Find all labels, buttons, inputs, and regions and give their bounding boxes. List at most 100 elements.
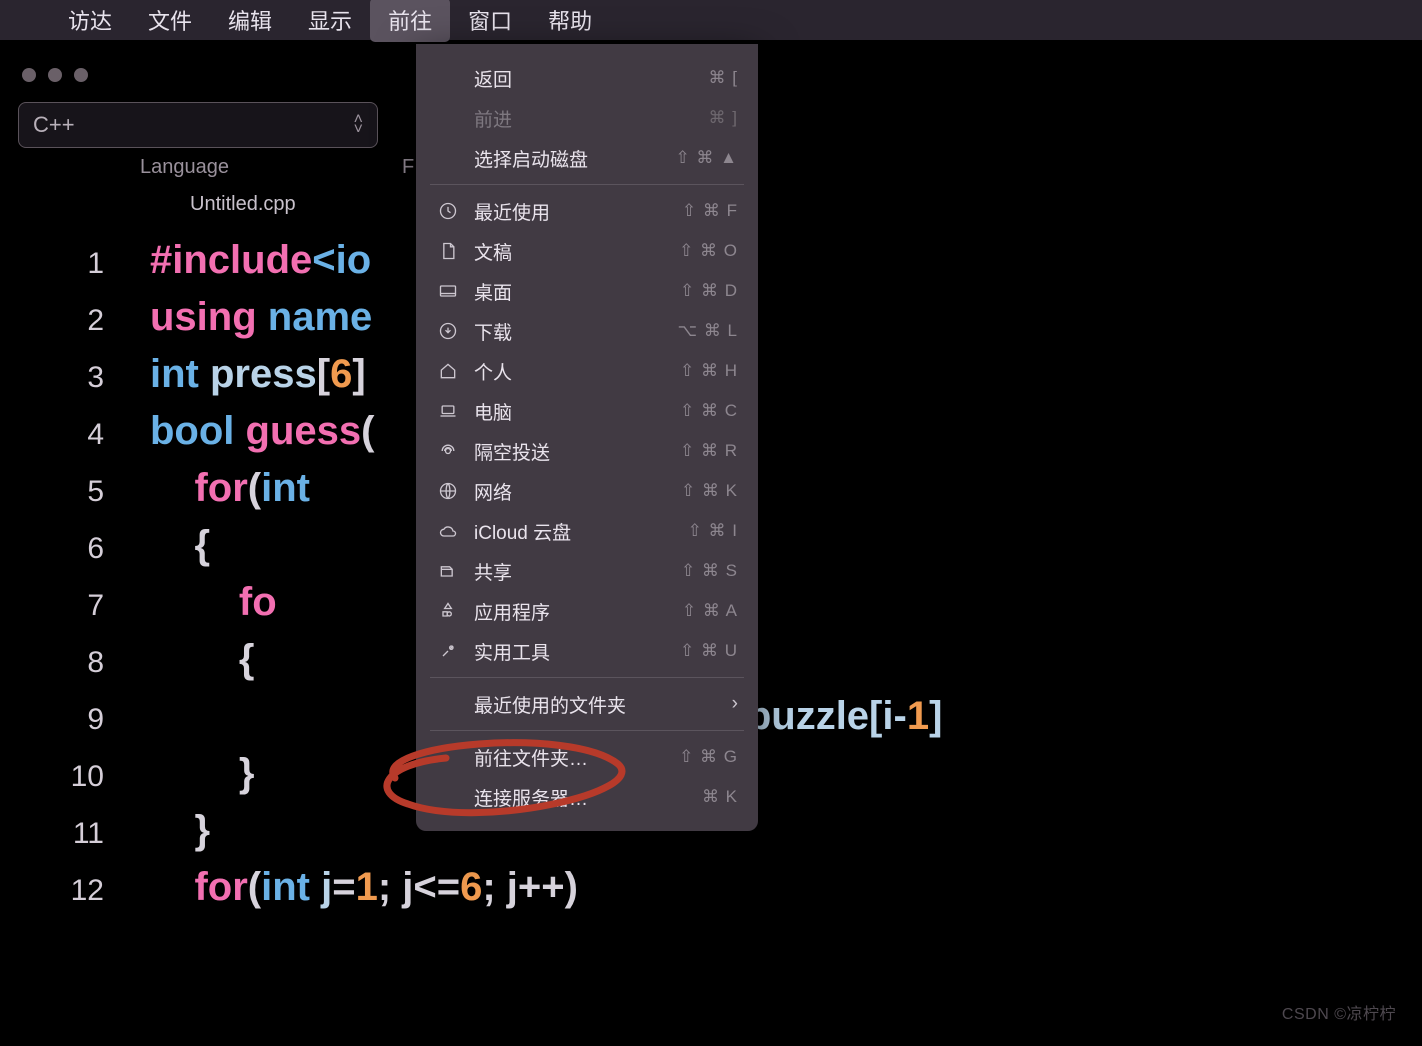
airdrop-icon (436, 439, 460, 463)
menu-item-label: 文稿 (474, 238, 512, 265)
globe-icon (436, 479, 460, 503)
menu-item-12[interactable]: iCloud 云盘 ⇧ ⌘ I (416, 511, 758, 551)
menu-item-0[interactable]: 返回 ⌘ [ (416, 58, 758, 98)
language-select[interactable]: C++ ˄˅ (18, 102, 378, 148)
menu-shortcut: ⇧ ⌘ G (679, 747, 738, 767)
menu-0[interactable]: 访达 (50, 0, 130, 42)
menu-item-label: 最近使用的文件夹 (474, 691, 626, 718)
blank-icon (436, 785, 460, 809)
window-controls (22, 68, 88, 82)
menu-shortcut: ⇧ ⌘ I (688, 521, 738, 541)
blank-icon (436, 745, 460, 769)
clock-icon (436, 199, 460, 223)
menu-shortcut: ⇧ ⌘ ▲ (675, 148, 738, 168)
line-number: 7 (44, 577, 104, 634)
doc-icon (436, 239, 460, 263)
menu-item-1: 前进 ⌘ ] (416, 98, 758, 138)
menu-item-13[interactable]: 共享 ⇧ ⌘ S (416, 551, 758, 591)
menu-shortcut: ⇧ ⌘ D (680, 281, 738, 301)
download-icon (436, 319, 460, 343)
menu-item-14[interactable]: 应用程序 ⇧ ⌘ A (416, 591, 758, 631)
line-number: 5 (44, 463, 104, 520)
menu-shortcut: ⇧ ⌘ F (682, 201, 738, 221)
menu-shortcut: ⌘ [ (709, 68, 738, 88)
cloud-icon (436, 519, 460, 543)
menu-4[interactable]: 前往 (370, 0, 450, 42)
menu-item-label: 桌面 (474, 278, 512, 305)
menu-item-label: 连接服务器… (474, 784, 588, 811)
chevron-right-icon: › (732, 693, 738, 715)
blank-icon (436, 692, 460, 716)
language-label: Language (140, 156, 229, 179)
line-number: 9 (44, 691, 104, 748)
menu-1[interactable]: 文件 (130, 0, 210, 42)
menu-item-label: 前进 (474, 105, 512, 132)
menu-shortcut: ⇧ ⌘ S (681, 561, 738, 581)
chevron-updown-icon: ˄˅ (354, 115, 363, 135)
traffic-max[interactable] (74, 68, 88, 82)
file-tab[interactable]: Untitled.cpp (190, 193, 296, 216)
laptop-icon (436, 399, 460, 423)
desktop-icon (436, 279, 460, 303)
menu-2[interactable]: 编辑 (210, 0, 290, 42)
line-number: 12 (44, 862, 104, 919)
menu-3[interactable]: 显示 (290, 0, 370, 42)
truncated-label: F (402, 156, 414, 179)
menu-item-label: iCloud 云盘 (474, 518, 571, 545)
menu-item-17[interactable]: 最近使用的文件夹 › (416, 684, 758, 724)
go-menu-dropdown: 返回 ⌘ [ 前进 ⌘ ] 选择启动磁盘 ⇧ ⌘ ▲ 最近使用⇧ ⌘ F 文稿 ⇧ ⌘ O 桌面 ⇧… (416, 44, 758, 831)
menu-item-label: 共享 (474, 558, 512, 585)
menu-item-label: 实用工具 (474, 638, 550, 665)
menu-item-label: 应用程序 (474, 598, 550, 625)
traffic-close[interactable] (22, 68, 36, 82)
menu-shortcut: ⌘ K (702, 787, 738, 807)
menu-shortcut: ⌘ ] (709, 108, 738, 128)
blank-icon (436, 66, 460, 90)
line-number: 6 (44, 520, 104, 577)
line-number: 11 (44, 805, 104, 862)
menu-item-label: 隔空投送 (474, 438, 550, 465)
line-number: 2 (44, 292, 104, 349)
traffic-min[interactable] (48, 68, 62, 82)
menu-item-4[interactable]: 最近使用⇧ ⌘ F (416, 191, 758, 231)
menu-shortcut: ⇧ ⌘ H (680, 361, 738, 381)
menubar: 访达文件编辑显示前往窗口帮助 (0, 0, 1422, 40)
menu-5[interactable]: 窗口 (450, 0, 530, 42)
menu-item-11[interactable]: 网络⇧ ⌘ K (416, 471, 758, 511)
menu-shortcut: ⌥ ⌘ L (678, 321, 739, 341)
code-line: for(int j=1; j<=6; j++) (150, 859, 942, 916)
blank-icon (436, 106, 460, 130)
menu-item-label: 个人 (474, 358, 512, 385)
blank-icon (436, 146, 460, 170)
menu-shortcut: ⇧ ⌘ O (679, 241, 738, 261)
menu-shortcut: ⇧ ⌘ A (682, 601, 738, 621)
line-number: 10 (44, 748, 104, 805)
menu-item-label: 电脑 (474, 398, 512, 425)
menu-6[interactable]: 帮助 (530, 0, 610, 42)
menu-item-7[interactable]: 下载 ⌥ ⌘ L (416, 311, 758, 351)
menu-item-label: 返回 (474, 65, 512, 92)
tools-icon (436, 639, 460, 663)
menu-separator (430, 730, 744, 731)
menu-item-5[interactable]: 文稿 ⇧ ⌘ O (416, 231, 758, 271)
menu-shortcut: ⇧ ⌘ R (680, 441, 738, 461)
menu-item-10[interactable]: 隔空投送 ⇧ ⌘ R (416, 431, 758, 471)
menu-item-15[interactable]: 实用工具 ⇧ ⌘ U (416, 631, 758, 671)
menu-item-20[interactable]: 连接服务器… ⌘ K (416, 777, 758, 817)
home-icon (436, 359, 460, 383)
menu-item-19[interactable]: 前往文件夹…⇧ ⌘ G (416, 737, 758, 777)
menu-item-label: 选择启动磁盘 (474, 145, 588, 172)
menu-item-8[interactable]: 个人 ⇧ ⌘ H (416, 351, 758, 391)
language-value: C++ (33, 112, 75, 138)
line-number: 4 (44, 406, 104, 463)
shared-icon (436, 559, 460, 583)
menu-shortcut: ⇧ ⌘ U (680, 641, 738, 661)
menu-item-label: 下载 (474, 318, 512, 345)
menu-item-9[interactable]: 电脑 ⇧ ⌘ C (416, 391, 758, 431)
menu-shortcut: ⇧ ⌘ C (680, 401, 738, 421)
menu-shortcut: ⇧ ⌘ K (681, 481, 738, 501)
line-gutter: 123456789101112 (44, 235, 104, 919)
menu-separator (430, 184, 744, 185)
menu-item-6[interactable]: 桌面 ⇧ ⌘ D (416, 271, 758, 311)
menu-item-2[interactable]: 选择启动磁盘 ⇧ ⌘ ▲ (416, 138, 758, 178)
